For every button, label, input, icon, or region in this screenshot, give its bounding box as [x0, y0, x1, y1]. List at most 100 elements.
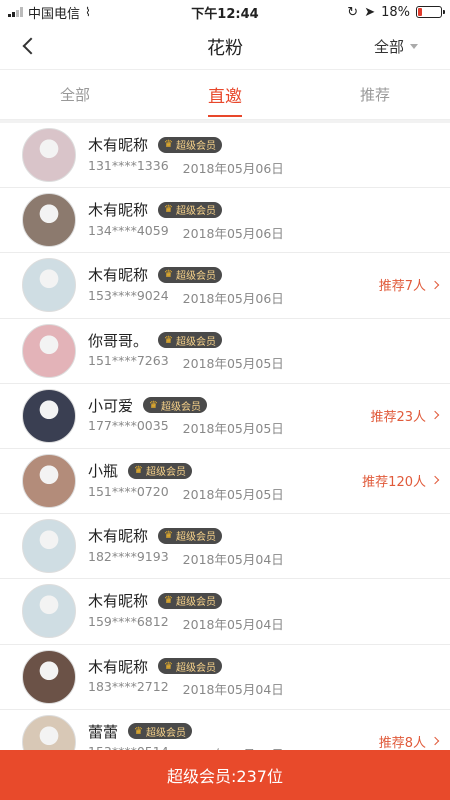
member-row[interactable]: 小瓶 ♛ 超级会员 151****0720 2018年05月05日 推荐120人	[0, 448, 450, 515]
member-phone: 131****1336	[88, 157, 169, 173]
tab-direct-invite[interactable]: 直邀	[150, 70, 300, 119]
crown-icon: ♛	[164, 269, 173, 281]
super-member-badge: ♛ 超级会员	[158, 527, 222, 544]
member-date: 2018年05月04日	[182, 551, 284, 567]
member-info: 木有昵称 ♛ 超级会员 182****9193 2018年05月04日	[88, 525, 450, 568]
filter-dropdown[interactable]: 全部	[374, 36, 418, 57]
avatar	[22, 519, 76, 574]
badge-label: 超级会员	[175, 141, 216, 153]
location-icon: ➤	[364, 4, 376, 20]
super-member-badge: ♛ 超级会员	[158, 136, 222, 153]
member-meta: 183****2712 2018年05月04日	[88, 679, 450, 698]
signal-icon	[8, 7, 23, 17]
crown-icon: ♛	[164, 334, 173, 346]
chevron-right-icon	[430, 476, 440, 485]
crown-icon: ♛	[164, 660, 173, 672]
name-line: 木有昵称 ♛ 超级会员	[88, 199, 450, 221]
referral-count: 推荐8人	[378, 735, 426, 751]
nav-bar: 花粉 全部	[0, 24, 450, 70]
super-member-badge: ♛ 超级会员	[158, 201, 222, 218]
avatar	[22, 258, 76, 313]
member-phone: 151****7263	[88, 353, 169, 369]
member-meta: 151****7263 2018年05月05日	[88, 353, 450, 372]
member-date: 2018年05月05日	[182, 356, 284, 372]
member-phone: 134****4059	[88, 222, 169, 238]
filter-label: 全部	[373, 38, 404, 56]
status-time: 下午12:44	[191, 6, 259, 22]
member-row[interactable]: 木有昵称 ♛ 超级会员 134****4059 2018年05月06日	[0, 188, 450, 254]
crown-icon: ♛	[164, 139, 173, 151]
member-meta: 134****4059 2018年05月06日	[88, 223, 450, 242]
member-date: 2018年05月06日	[182, 290, 284, 306]
tab-all[interactable]: 全部	[0, 70, 150, 119]
referral-count: 推荐120人	[362, 474, 426, 490]
badge-label: 超级会员	[145, 727, 186, 739]
battery-icon	[416, 6, 445, 18]
member-row[interactable]: 木有昵称 ♛ 超级会员 183****2712 2018年05月04日	[0, 644, 450, 710]
member-info: 你哥哥。 ♛ 超级会员 151****7263 2018年05月05日	[88, 329, 450, 372]
member-phone: 159****6812	[88, 613, 169, 629]
member-name: 你哥哥。	[88, 331, 149, 350]
name-line: 木有昵称 ♛ 超级会员	[88, 590, 450, 612]
member-name: 木有昵称	[88, 527, 149, 546]
super-member-badge: ♛ 超级会员	[158, 592, 222, 609]
status-right: ↻ ➤ 18%	[300, 5, 450, 20]
tab-recommended[interactable]: 推荐	[300, 70, 450, 119]
member-name: 木有昵称	[88, 657, 149, 676]
referral-link[interactable]: 推荐7人	[378, 275, 440, 295]
name-line: 你哥哥。 ♛ 超级会员	[88, 329, 450, 351]
member-meta: 182****9193 2018年05月04日	[88, 549, 450, 568]
crown-icon: ♛	[164, 595, 173, 607]
wifi-icon: ⌇	[85, 5, 91, 19]
badge-label: 超级会员	[175, 206, 216, 218]
member-row[interactable]: 木有昵称 ♛ 超级会员 153****9024 2018年05月06日 推荐7人	[0, 253, 450, 319]
badge-label: 超级会员	[175, 336, 216, 348]
member-date: 2018年05月06日	[182, 225, 284, 241]
status-bar: 中国电信 ⌇ 下午12:44 ↻ ➤ 18%	[0, 0, 450, 24]
name-line: 木有昵称 ♛ 超级会员	[88, 525, 450, 547]
chevron-right-icon	[430, 411, 440, 420]
member-name: 木有昵称	[88, 136, 149, 155]
badge-label: 超级会员	[175, 271, 216, 283]
badge-label: 超级会员	[160, 401, 201, 413]
chevron-right-icon	[430, 280, 440, 290]
super-member-badge: ♛ 超级会员	[128, 462, 192, 479]
member-list: 木有昵称 ♛ 超级会员 131****1336 2018年05月06日 木有昵称…	[0, 123, 450, 775]
member-info: 木有昵称 ♛ 超级会员 159****6812 2018年05月04日	[88, 590, 450, 633]
name-line: 木有昵称 ♛ 超级会员	[88, 655, 450, 677]
crown-icon: ♛	[134, 725, 143, 737]
member-name: 小瓶	[88, 462, 119, 481]
member-row[interactable]: 小可爱 ♛ 超级会员 177****0035 2018年05月05日 推荐23人	[0, 383, 450, 449]
member-meta: 131****1336 2018年05月06日	[88, 158, 450, 177]
referral-count: 推荐7人	[378, 279, 426, 295]
member-row[interactable]: 木有昵称 ♛ 超级会员 131****1336 2018年05月06日	[0, 123, 450, 189]
member-row[interactable]: 木有昵称 ♛ 超级会员 159****6812 2018年05月04日	[0, 579, 450, 645]
avatar	[22, 193, 76, 248]
crown-icon: ♛	[164, 204, 173, 216]
avatar	[22, 649, 76, 704]
member-date: 2018年05月06日	[182, 160, 284, 176]
member-row[interactable]: 你哥哥。 ♛ 超级会员 151****7263 2018年05月05日	[0, 318, 450, 384]
member-name: 蕾蕾	[88, 722, 119, 741]
back-button[interactable]	[14, 32, 42, 60]
member-phone: 182****9193	[88, 548, 169, 564]
member-phone: 153****9024	[88, 287, 169, 303]
referral-link[interactable]: 推荐23人	[370, 406, 440, 425]
member-phone: 151****0720	[88, 483, 169, 499]
back-arrow-icon	[22, 37, 40, 55]
member-meta: 159****6812 2018年05月04日	[88, 614, 450, 633]
name-line: 木有昵称 ♛ 超级会员	[88, 134, 450, 156]
badge-label: 超级会员	[175, 662, 216, 674]
orientation-lock-icon: ↻	[347, 4, 359, 20]
referral-link[interactable]: 推荐120人	[362, 471, 440, 490]
caret-down-icon	[410, 44, 418, 49]
referral-link[interactable]: 推荐8人	[378, 732, 440, 751]
super-member-badge: ♛ 超级会员	[158, 332, 222, 349]
battery-percent: 18%	[381, 4, 410, 20]
page-title: 花粉	[207, 37, 243, 59]
footer-summary-label: 超级会员:237位	[167, 767, 283, 786]
carrier-label: 中国电信	[28, 6, 81, 22]
chevron-right-icon	[430, 736, 440, 746]
avatar	[22, 454, 76, 509]
member-row[interactable]: 木有昵称 ♛ 超级会员 182****9193 2018年05月04日	[0, 514, 450, 580]
